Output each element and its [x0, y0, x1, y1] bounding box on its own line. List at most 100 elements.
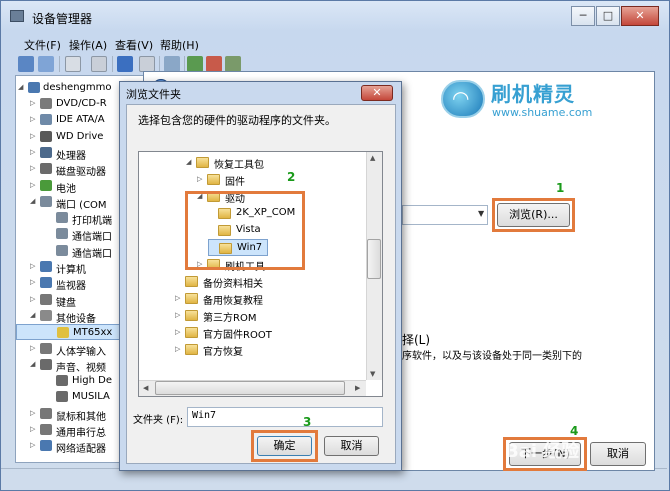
- tree-item-label: 其他设备: [56, 313, 96, 325]
- expand-icon[interactable]: ▷: [175, 311, 180, 319]
- device-icon: [40, 309, 52, 321]
- pick-from-list-option[interactable]: 择(L): [402, 331, 430, 348]
- collapse-icon[interactable]: ◢: [30, 360, 35, 368]
- device-icon: [40, 293, 52, 305]
- scan-hardware-icon[interactable]: [164, 56, 180, 72]
- scroll-right-icon[interactable]: ▶: [355, 384, 360, 392]
- expand-icon[interactable]: ▷: [30, 99, 35, 107]
- device-icon: [40, 440, 52, 452]
- pick-from-list-description: 序软件，以及与该设备处于同一类别下的: [402, 351, 582, 362]
- tree-item-label: 网络适配器: [56, 444, 106, 456]
- back-arrow-icon[interactable]: [18, 56, 34, 72]
- folder-item[interactable]: ▷ 第三方ROM: [175, 307, 325, 324]
- wizard-cancel-button[interactable]: 取消: [590, 442, 646, 466]
- expand-icon[interactable]: ▷: [30, 344, 35, 352]
- menu-view[interactable]: 查看(V): [115, 37, 153, 53]
- update-driver-icon[interactable]: [187, 56, 203, 72]
- expand-icon[interactable]: ▷: [30, 132, 35, 140]
- minimize-button[interactable]: ─: [571, 6, 595, 26]
- expand-icon[interactable]: ▷: [30, 425, 35, 433]
- folder-item[interactable]: ◢ 恢复工具包: [186, 154, 336, 171]
- device-icon: [40, 179, 52, 191]
- window-icon[interactable]: [139, 56, 155, 72]
- folder-item-label: 固件: [225, 177, 245, 188]
- expand-icon[interactable]: ▷: [30, 278, 35, 286]
- device-icon: [56, 244, 68, 256]
- folder-item[interactable]: ▷ 固件: [197, 171, 347, 188]
- folder-item[interactable]: ▷ 官方固件ROOT: [175, 324, 325, 341]
- device-icon: [56, 212, 68, 224]
- tree-item-label: 监视器: [56, 281, 86, 293]
- dialog-close-button[interactable]: ✕: [361, 85, 393, 101]
- menu-file[interactable]: 文件(F): [24, 37, 61, 53]
- list-view-icon[interactable]: [91, 56, 107, 72]
- tree-item-label: 键盘: [56, 297, 76, 309]
- close-button[interactable]: ✕: [621, 6, 659, 26]
- device-manager-icon: [10, 10, 24, 22]
- tree-item-label: 磁盘驱动器: [56, 167, 106, 179]
- watermark: Bai 经验: [505, 441, 580, 462]
- enable-device-icon[interactable]: [225, 56, 241, 72]
- expand-icon[interactable]: ▷: [197, 175, 202, 183]
- computer-icon: [28, 82, 40, 93]
- folder-item[interactable]: ▷ 备用恢复教程: [175, 290, 325, 307]
- folder-icon: [185, 310, 198, 321]
- uninstall-icon[interactable]: [206, 56, 222, 72]
- scroll-up-icon[interactable]: ▲: [370, 154, 375, 162]
- expand-icon[interactable]: ▷: [175, 328, 180, 336]
- window-title: 设备管理器: [32, 12, 93, 26]
- annotation-number-3: 3: [303, 415, 312, 429]
- horizontal-scroll-thumb[interactable]: [155, 381, 345, 395]
- folder-item-label: 备份资料相关: [203, 279, 263, 290]
- vertical-scroll-thumb[interactable]: [367, 239, 381, 279]
- expand-icon[interactable]: ▷: [30, 181, 35, 189]
- folder-input[interactable]: Win7: [187, 407, 383, 427]
- forward-arrow-icon[interactable]: [38, 56, 54, 72]
- expand-icon[interactable]: ▷: [175, 294, 180, 302]
- toolbar-separator: [112, 56, 113, 72]
- tree-item-label: 人体学输入: [56, 346, 106, 358]
- device-icon: [40, 424, 52, 435]
- folder-icon: [185, 293, 198, 304]
- device-icon: [40, 114, 52, 126]
- annotation-box-1: [492, 198, 575, 232]
- properties-icon[interactable]: [65, 56, 81, 72]
- collapse-icon[interactable]: ◢: [30, 197, 35, 205]
- scroll-down-icon[interactable]: ▼: [370, 370, 375, 378]
- device-icon: [40, 277, 52, 289]
- folder-icon: [207, 174, 220, 185]
- expand-icon[interactable]: ▷: [175, 345, 180, 353]
- expand-icon[interactable]: ▷: [30, 262, 35, 270]
- expand-icon[interactable]: ▷: [30, 441, 35, 449]
- chevron-down-icon[interactable]: ▼: [478, 209, 484, 218]
- device-icon: [40, 130, 52, 142]
- folder-item-label: 第三方ROM: [203, 313, 257, 324]
- device-icon: [40, 146, 52, 158]
- folder-item[interactable]: 备份资料相关: [175, 273, 325, 290]
- folder-icon: [185, 344, 198, 355]
- logo-glyph-icon: ◠: [452, 86, 470, 110]
- driver-path-combo[interactable]: [402, 205, 488, 225]
- tree-item-label: WD Drive: [56, 130, 104, 142]
- collapse-icon[interactable]: ◢: [30, 311, 35, 319]
- expand-icon[interactable]: ▷: [30, 409, 35, 417]
- expand-icon[interactable]: ▷: [30, 295, 35, 303]
- maximize-button[interactable]: □: [596, 6, 620, 26]
- menu-help[interactable]: 帮助(H): [160, 37, 199, 53]
- folder-icon: [185, 327, 198, 338]
- tree-item-label: MT65xx: [73, 327, 113, 339]
- collapse-icon[interactable]: ◢: [18, 83, 23, 91]
- expand-icon[interactable]: ▷: [30, 164, 35, 172]
- tree-item-label: 通用串行总: [56, 428, 106, 439]
- help-icon[interactable]: [117, 56, 133, 72]
- tree-item-label: 鼠标和其他: [56, 411, 106, 423]
- scroll-left-icon[interactable]: ◀: [143, 384, 148, 392]
- expand-icon[interactable]: ▷: [30, 148, 35, 156]
- device-icon: [40, 358, 52, 370]
- menu-action[interactable]: 操作(A): [69, 37, 107, 53]
- folder-item[interactable]: ▷ 官方恢复: [175, 341, 325, 358]
- tree-item-label: IDE ATA/A: [56, 114, 105, 126]
- expand-icon[interactable]: ▷: [30, 115, 35, 123]
- dialog-cancel-button[interactable]: 取消: [324, 436, 379, 456]
- collapse-icon[interactable]: ◢: [186, 158, 191, 166]
